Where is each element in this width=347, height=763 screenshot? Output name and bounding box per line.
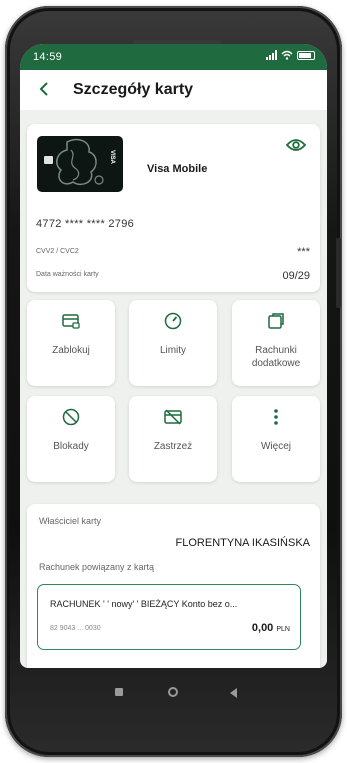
block-icon bbox=[62, 408, 80, 426]
recents-icon[interactable] bbox=[115, 688, 123, 696]
linked-account-card[interactable]: RACHUNEK ' ' nowy' ' BIEŻĄCY Konto bez o… bbox=[37, 584, 301, 650]
more-vertical-icon bbox=[274, 409, 278, 425]
more-label: Więcej bbox=[260, 441, 291, 452]
report-card-label: Zastrzeż bbox=[153, 441, 193, 452]
system-nav-bar bbox=[20, 672, 327, 718]
report-card-button[interactable]: Zastrzeż bbox=[129, 396, 217, 482]
card-strike-icon bbox=[164, 409, 182, 425]
owner-name: FLORENTYNA IKASIŃSKA bbox=[175, 537, 310, 549]
block-card-button[interactable]: Zablokuj bbox=[27, 300, 115, 386]
card-name: Visa Mobile bbox=[147, 163, 208, 175]
block-card-label: Zablokuj bbox=[52, 345, 90, 356]
device-mockup: 14:59 Szczegóły karty VISA Visa Mobile 4… bbox=[0, 0, 347, 763]
limits-button[interactable]: Limity bbox=[129, 300, 217, 386]
blocks-button[interactable]: Blokady bbox=[27, 396, 115, 482]
status-time: 14:59 bbox=[33, 51, 63, 63]
linked-account-label: Rachunek powiązany z kartą bbox=[39, 562, 155, 572]
eye-icon[interactable] bbox=[286, 138, 306, 152]
account-balance: 0,00 PLN bbox=[252, 622, 290, 634]
account-number: 82 9043 ... 0030 bbox=[50, 625, 101, 632]
card-chip bbox=[44, 156, 53, 164]
cvv-label: CVV2 / CVC2 bbox=[36, 248, 79, 255]
additional-accounts-label: Rachunki dodatkowe bbox=[251, 345, 301, 369]
balance-currency: PLN bbox=[276, 626, 290, 633]
card-details-panel: VISA Visa Mobile 4772 **** **** 2796 CVV… bbox=[27, 124, 320, 292]
card-plus-icon bbox=[268, 313, 284, 329]
page-title: Szczegóły karty bbox=[73, 81, 194, 98]
home-icon[interactable] bbox=[168, 687, 178, 697]
limits-label: Limity bbox=[159, 345, 187, 356]
app-screen: 14:59 Szczegóły karty VISA Visa Mobile 4… bbox=[20, 44, 327, 668]
side-button bbox=[336, 238, 341, 308]
card-number: 4772 **** **** 2796 bbox=[36, 218, 135, 230]
gauge-icon bbox=[164, 312, 182, 330]
additional-accounts-button[interactable]: Rachunki dodatkowe bbox=[232, 300, 320, 386]
battery-icon bbox=[297, 50, 315, 60]
signal-icon bbox=[266, 50, 277, 60]
owner-label: Właściciel karty bbox=[39, 516, 102, 526]
cvv-value: *** bbox=[297, 246, 310, 258]
app-header: Szczegóły karty bbox=[20, 70, 327, 110]
more-button[interactable]: Więcej bbox=[232, 396, 320, 482]
blocks-label: Blokady bbox=[53, 441, 89, 452]
balance-amount: 0,00 bbox=[251, 622, 274, 634]
expiry-value: 09/29 bbox=[282, 270, 310, 282]
back-triangle-icon[interactable] bbox=[230, 688, 237, 698]
expiry-label: Data ważności karty bbox=[36, 271, 99, 278]
chevron-left-icon[interactable] bbox=[34, 79, 54, 99]
card-image: VISA bbox=[37, 136, 123, 192]
status-icons bbox=[266, 50, 315, 60]
account-name: RACHUNEK ' ' nowy' ' BIEŻĄCY Konto bez o… bbox=[50, 599, 238, 609]
card-lock-icon bbox=[62, 314, 80, 329]
wifi-icon bbox=[281, 50, 293, 60]
card-brand: VISA bbox=[108, 149, 115, 165]
owner-panel: Właściciel karty FLORENTYNA IKASIŃSKA Ra… bbox=[27, 504, 320, 668]
status-bar: 14:59 bbox=[20, 44, 327, 70]
